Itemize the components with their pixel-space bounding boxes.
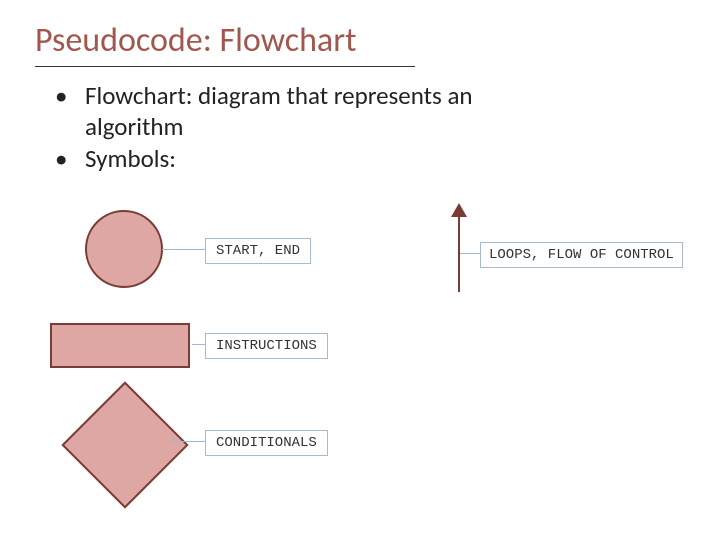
- decision-shape: [61, 381, 188, 508]
- bullet-item-1: Flowchart: diagram that represents an al…: [55, 80, 473, 143]
- bullet-text: Flowchart: diagram that represents an: [85, 80, 473, 111]
- connector-line: [460, 253, 480, 254]
- symbol-legend: START, END INSTRUCTIONS CONDITIONALS LOO…: [50, 205, 670, 525]
- connector-line: [162, 249, 205, 250]
- decision-label: CONDITIONALS: [205, 430, 328, 456]
- process-label: INSTRUCTIONS: [205, 333, 328, 359]
- bullet-item-2: Symbols:: [55, 143, 473, 174]
- flow-arrow-shape: [458, 212, 460, 292]
- title-underline: [35, 66, 415, 67]
- terminal-shape: [85, 210, 163, 288]
- slide-title: Pseudocode: Flowchart: [35, 20, 356, 61]
- bullet-text-cont: algorithm: [85, 111, 183, 142]
- connector-line: [192, 344, 205, 345]
- flow-label: LOOPS, FLOW OF CONTROL: [480, 242, 683, 268]
- terminal-label: START, END: [205, 238, 311, 264]
- bullet-list: Flowchart: diagram that represents an al…: [55, 80, 473, 174]
- bullet-text: Symbols:: [85, 143, 176, 174]
- connector-line: [170, 441, 205, 442]
- process-shape: [50, 323, 190, 368]
